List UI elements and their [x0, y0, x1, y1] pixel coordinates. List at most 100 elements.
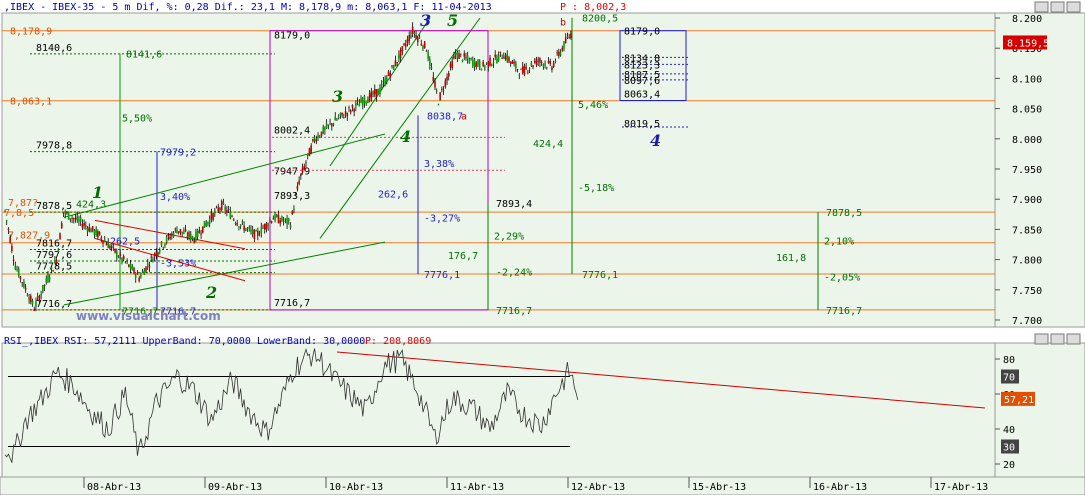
candle	[442, 89, 445, 91]
candle	[198, 230, 201, 234]
candle	[88, 226, 91, 232]
candle	[126, 260, 128, 262]
chart-canvas: ,IBEX - IBEX-35 - 5 m Dif, %: 0,28 Dif.:…	[0, 0, 1085, 495]
window-maximize-button[interactable]	[1050, 1, 1065, 13]
candle	[54, 260, 56, 263]
candle	[551, 67, 553, 70]
price-tick-label: 8.200	[1012, 14, 1042, 25]
rsi-window-maximize-button[interactable]	[1050, 333, 1065, 345]
candle	[112, 245, 115, 247]
candle	[511, 61, 514, 64]
candle	[214, 210, 216, 214]
candle	[140, 274, 142, 278]
candle	[279, 220, 281, 224]
candle	[432, 76, 435, 81]
far-2-10: 2,10%	[824, 236, 854, 247]
window-minimize-button[interactable]	[1034, 1, 1049, 13]
candle	[368, 93, 371, 102]
candle	[418, 37, 421, 39]
mid-8002: 8002,4	[274, 125, 310, 136]
candle	[17, 268, 20, 277]
candle	[559, 51, 562, 55]
window-close-button[interactable]	[1066, 1, 1081, 13]
candle	[241, 221, 244, 223]
close-price-header: P : 8,002,3	[560, 2, 626, 13]
candle	[107, 242, 109, 249]
far-7716: 7716,7	[826, 306, 862, 317]
candle	[152, 259, 154, 263]
candle	[408, 35, 410, 42]
mid-8179: 8179,0	[274, 31, 310, 42]
candle	[423, 41, 426, 49]
candle	[159, 249, 161, 252]
candle	[308, 148, 311, 157]
candle	[499, 51, 502, 53]
candle	[360, 98, 362, 103]
rsi-lower-box-label: 30	[1003, 443, 1015, 454]
candle	[427, 52, 429, 59]
candle	[294, 195, 297, 197]
candle	[238, 226, 240, 228]
candle	[410, 35, 412, 38]
candle	[546, 67, 548, 69]
candle	[339, 112, 342, 116]
candle	[293, 208, 295, 210]
fib-8141: 8141,6	[126, 50, 162, 61]
candle	[12, 259, 15, 261]
candle	[317, 135, 319, 139]
candle	[374, 89, 376, 95]
candle	[226, 210, 228, 213]
candle	[79, 217, 82, 222]
candle	[392, 65, 395, 70]
wave-label: 4	[400, 127, 411, 146]
rsi-window-close-button[interactable]	[1066, 333, 1081, 345]
rsi-p-header: P: 208,8069	[365, 336, 431, 347]
candle	[525, 67, 527, 69]
candle	[358, 103, 361, 107]
mid-7776: 7776,1	[424, 270, 460, 281]
candle	[212, 213, 214, 220]
candle	[300, 174, 302, 177]
wave-a-label: a	[461, 111, 467, 122]
candle	[11, 245, 13, 251]
candle	[14, 266, 17, 270]
candle	[181, 231, 183, 233]
price-tick-label: 8.050	[1012, 105, 1042, 116]
rsi-header: RSI_,IBEX RSI: 57,2111 UpperBand: 70,000…	[4, 336, 365, 347]
candle	[24, 287, 27, 290]
candle	[33, 310, 36, 312]
candle	[570, 33, 572, 39]
mid-7716-b: 7716,7	[496, 306, 532, 317]
candle	[478, 61, 481, 69]
candle	[301, 167, 304, 173]
candle	[429, 58, 431, 67]
candle	[85, 225, 87, 227]
candle	[521, 66, 524, 73]
candle	[472, 60, 474, 66]
candle	[133, 267, 135, 274]
candle	[327, 124, 330, 126]
fib-neg-3-53: -3,53%	[160, 259, 196, 270]
candle	[138, 278, 140, 282]
candle	[389, 73, 392, 78]
candle	[217, 207, 220, 212]
mid-neg-2-24: -2,24%	[496, 268, 532, 279]
candle	[200, 233, 202, 235]
candle	[5, 220, 8, 222]
candle	[167, 234, 170, 237]
candle	[403, 43, 405, 46]
box-left-label: 7978,8	[36, 141, 72, 152]
candle	[28, 297, 30, 301]
rsi-window-minimize-button[interactable]	[1034, 333, 1049, 345]
price-tick-label: 7.700	[1012, 316, 1042, 327]
candle	[480, 68, 483, 71]
price-tick-label: 7.950	[1012, 165, 1042, 176]
candle	[258, 234, 261, 236]
candle	[60, 223, 63, 229]
candle	[205, 223, 208, 227]
candle	[361, 100, 364, 107]
candle	[528, 68, 531, 70]
wave-label: 1	[92, 183, 103, 202]
rsi-current-label: 57,21	[1004, 395, 1034, 406]
candle	[189, 233, 192, 240]
